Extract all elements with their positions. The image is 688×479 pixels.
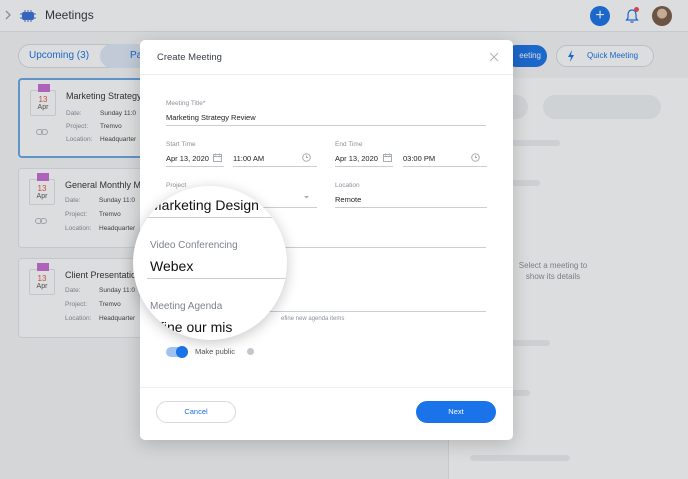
make-public-label: Make public	[195, 347, 236, 356]
clock-icon[interactable]	[302, 153, 311, 162]
start-time-label: Start Time	[166, 141, 196, 148]
chevron-down-icon[interactable]	[302, 193, 311, 202]
field-underline	[335, 166, 393, 167]
location-label: Location	[335, 182, 360, 189]
meeting-agenda-input[interactable]: fine our mis	[160, 319, 232, 335]
zoom-magnifier: Marketing Design Video Conferencing Webe…	[133, 186, 287, 340]
end-time-input[interactable]: 03:00 PM	[403, 154, 435, 163]
make-public-toggle[interactable]	[166, 346, 188, 358]
meeting-agenda-label: Meeting Agenda	[150, 301, 223, 312]
field-underline	[233, 166, 317, 167]
agenda-hint: efine new agenda items	[281, 316, 345, 322]
calendar-icon[interactable]	[383, 153, 392, 162]
project-value-zoomed: Marketing Design	[150, 197, 259, 213]
calendar-icon[interactable]	[213, 153, 222, 162]
field-underline	[166, 125, 486, 126]
meeting-title-input[interactable]: Marketing Strategy Review	[166, 113, 256, 122]
start-date-input[interactable]: Apr 13, 2020	[166, 154, 209, 163]
cancel-button[interactable]: Cancel	[156, 401, 236, 423]
project-label: Project	[166, 182, 187, 189]
end-date-input[interactable]: Apr 13, 2020	[335, 154, 378, 163]
close-icon[interactable]	[489, 52, 499, 62]
info-icon[interactable]	[247, 348, 254, 355]
video-conferencing-label: Video Conferencing	[150, 240, 238, 251]
start-time-input[interactable]: 11:00 AM	[233, 154, 264, 163]
field-underline	[166, 166, 224, 167]
field-underline	[147, 278, 287, 279]
video-conferencing-input[interactable]: Webex	[150, 258, 193, 274]
location-input[interactable]: Remote	[335, 195, 361, 204]
meeting-title-label: Meeting Title*	[166, 100, 206, 107]
field-underline	[403, 166, 487, 167]
dialog-header: Create Meeting	[140, 40, 513, 75]
dialog-footer-divider	[140, 387, 513, 388]
dialog-title: Create Meeting	[157, 52, 222, 63]
clock-icon[interactable]	[471, 153, 480, 162]
field-underline	[335, 207, 487, 208]
next-button[interactable]: Next	[416, 401, 496, 423]
field-underline	[147, 217, 277, 218]
end-time-label: End Time	[335, 141, 363, 148]
